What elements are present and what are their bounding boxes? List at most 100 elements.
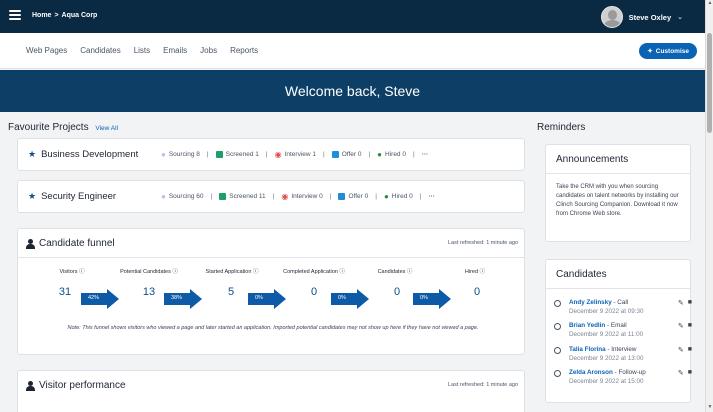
- breadcrumb-home[interactable]: Home: [32, 12, 51, 19]
- funnel-arrow: 38%: [164, 289, 202, 309]
- candidate-link[interactable]: Brian Yedlin: [569, 322, 605, 329]
- scrollbar[interactable]: ▲ ▼: [705, 0, 713, 412]
- nav-jobs[interactable]: Jobs: [200, 46, 217, 55]
- top-bar: Home > Aqua Corp Steve Oxley ⌄: [0, 0, 705, 33]
- reminder-item: Talia Florina - Interview December 9 202…: [554, 346, 692, 366]
- person-icon: ●: [161, 192, 166, 201]
- candidates-reminders-panel: Candidates Andy Zelinsky - Call December…: [545, 259, 692, 403]
- stat-sourcing[interactable]: ● Sourcing 60: [161, 192, 204, 201]
- divider: |: [272, 193, 275, 200]
- hamburger-menu-icon[interactable]: [9, 10, 21, 20]
- stat-hired[interactable]: ● Hired 0: [377, 150, 406, 159]
- announcements-panel: Announcements Take the CRM with you when…: [545, 144, 691, 242]
- funnel-stage-label[interactable]: Hired ⓘ: [455, 267, 495, 275]
- reminder-date: December 9 2022 at 09:30: [569, 308, 644, 315]
- divider: [546, 173, 690, 174]
- breadcrumb: Home > Aqua Corp: [32, 12, 97, 19]
- person-check-icon: ●: [377, 150, 383, 159]
- customise-label: Customise: [655, 47, 689, 55]
- interview-icon: ◉: [274, 150, 282, 159]
- divider: |: [368, 151, 371, 158]
- user-menu[interactable]: Steve Oxley ⌄: [600, 6, 683, 28]
- more-options-icon[interactable]: ···: [422, 151, 429, 158]
- person-icon: [26, 380, 35, 391]
- star-icon[interactable]: ★: [28, 149, 36, 160]
- welcome-banner: Welcome back, Steve: [0, 70, 705, 112]
- nav-emails[interactable]: Emails: [163, 46, 187, 55]
- person-icon: ●: [161, 150, 166, 159]
- funnel-stage-label[interactable]: Started Application ⓘ: [200, 267, 264, 275]
- stat-offer-label: Offer 0: [341, 151, 362, 158]
- candidate-link[interactable]: Zelda Aronson: [569, 369, 613, 376]
- more-options-icon[interactable]: ···: [428, 193, 435, 200]
- person-icon: [26, 238, 35, 249]
- stat-offer[interactable]: Offer 0: [331, 151, 362, 158]
- trash-icon[interactable]: ■: [688, 322, 692, 330]
- funnel-stage-label[interactable]: Visitors ⓘ: [46, 267, 98, 275]
- nav-lists[interactable]: Lists: [134, 46, 150, 55]
- project-name[interactable]: ★ Security Engineer: [28, 191, 116, 202]
- project-title[interactable]: Security Engineer: [41, 191, 116, 202]
- reminder-title: Andy Zelinsky - Call: [569, 299, 628, 306]
- stat-interview-label: Interview 0: [291, 193, 323, 200]
- divider: |: [265, 151, 268, 158]
- project-card-business-development[interactable]: ★ Business Development ● Sourcing 8 | Scr…: [17, 138, 525, 171]
- conversion-rate: 0%: [255, 295, 263, 301]
- nav-bar: Web Pages Candidates Lists Emails Jobs R…: [0, 33, 705, 69]
- scroll-up-arrow-icon[interactable]: ▲: [706, 0, 713, 8]
- edit-icon[interactable]: ✎: [678, 369, 684, 377]
- check-icon: [219, 193, 227, 200]
- conversion-rate: 42%: [88, 295, 100, 301]
- funnel-stage-label[interactable]: Completed Application ⓘ: [274, 267, 354, 275]
- reminder-action: - Follow-up: [612, 369, 646, 376]
- candidates-reminders-title: Candidates: [556, 269, 607, 280]
- reminder-date: December 9 2022 at 15:00: [569, 378, 644, 385]
- project-card-security-engineer[interactable]: ★ Security Engineer ● Sourcing 60 | Scree…: [17, 180, 525, 213]
- chevron-down-icon[interactable]: ⌄: [677, 13, 683, 21]
- favourite-projects-title: Favourite Projects: [8, 122, 89, 133]
- funnel-stage-label[interactable]: Candidates ⓘ: [370, 267, 420, 275]
- edit-icon[interactable]: ✎: [678, 322, 684, 330]
- funnel-arrow: 0%: [248, 289, 286, 309]
- stat-offer[interactable]: Offer 0: [338, 193, 368, 200]
- stat-screened[interactable]: Screened 11: [219, 193, 266, 200]
- stat-hired-label: Hired 0: [391, 193, 413, 200]
- announcements-text: Take the CRM with you when sourcing cand…: [556, 184, 679, 217]
- stat-hired[interactable]: ● Hired 0: [384, 192, 413, 201]
- stat-interview[interactable]: ◉ Interview 0: [281, 192, 322, 201]
- project-name[interactable]: ★ Business Development: [28, 149, 138, 160]
- scrollbar-thumb[interactable]: [707, 33, 712, 133]
- divider: |: [412, 151, 415, 158]
- clock-icon: [554, 300, 561, 307]
- edit-icon[interactable]: ✎: [678, 299, 684, 307]
- project-title[interactable]: Business Development: [41, 149, 138, 160]
- nav-candidates[interactable]: Candidates: [80, 46, 120, 55]
- nav-reports[interactable]: Reports: [230, 46, 258, 55]
- conversion-rate: 38%: [171, 295, 183, 301]
- view-all-link[interactable]: View All: [95, 125, 118, 132]
- funnel-stage-label[interactable]: Potential Candidates ⓘ: [114, 267, 184, 275]
- candidate-link[interactable]: Talia Florina: [569, 346, 606, 353]
- trash-icon[interactable]: ■: [688, 369, 692, 377]
- stat-screened[interactable]: Screened 1: [215, 151, 259, 158]
- last-refreshed: Last refreshed: 1 minute ago: [447, 382, 518, 388]
- scroll-down-arrow-icon[interactable]: ▼: [706, 404, 713, 412]
- candidate-funnel-card: Candidate funnel Last refreshed: 1 minut…: [17, 228, 525, 355]
- trash-icon[interactable]: ■: [688, 346, 692, 354]
- candidate-link[interactable]: Andy Zelinsky: [569, 299, 612, 306]
- stat-screened-label: Screened 1: [225, 151, 259, 158]
- stat-interview[interactable]: ◉ Interview 1: [275, 150, 316, 159]
- divider: |: [419, 193, 422, 200]
- edit-icon[interactable]: ✎: [678, 346, 684, 354]
- nav-web-pages[interactable]: Web Pages: [26, 46, 67, 55]
- trash-icon[interactable]: ■: [688, 299, 692, 307]
- funnel-stage-value: 13: [142, 286, 156, 298]
- stat-screened-label: Screened 11: [229, 193, 266, 200]
- breadcrumb-current[interactable]: Aqua Corp: [62, 12, 98, 19]
- customise-button[interactable]: ✦ Customise: [639, 43, 697, 59]
- magic-wand-icon: ✦: [647, 48, 653, 55]
- star-icon[interactable]: ★: [28, 191, 36, 202]
- stat-sourcing[interactable]: ● Sourcing 8: [161, 150, 200, 159]
- avatar[interactable]: [600, 6, 623, 28]
- user-name[interactable]: Steve Oxley: [629, 13, 672, 22]
